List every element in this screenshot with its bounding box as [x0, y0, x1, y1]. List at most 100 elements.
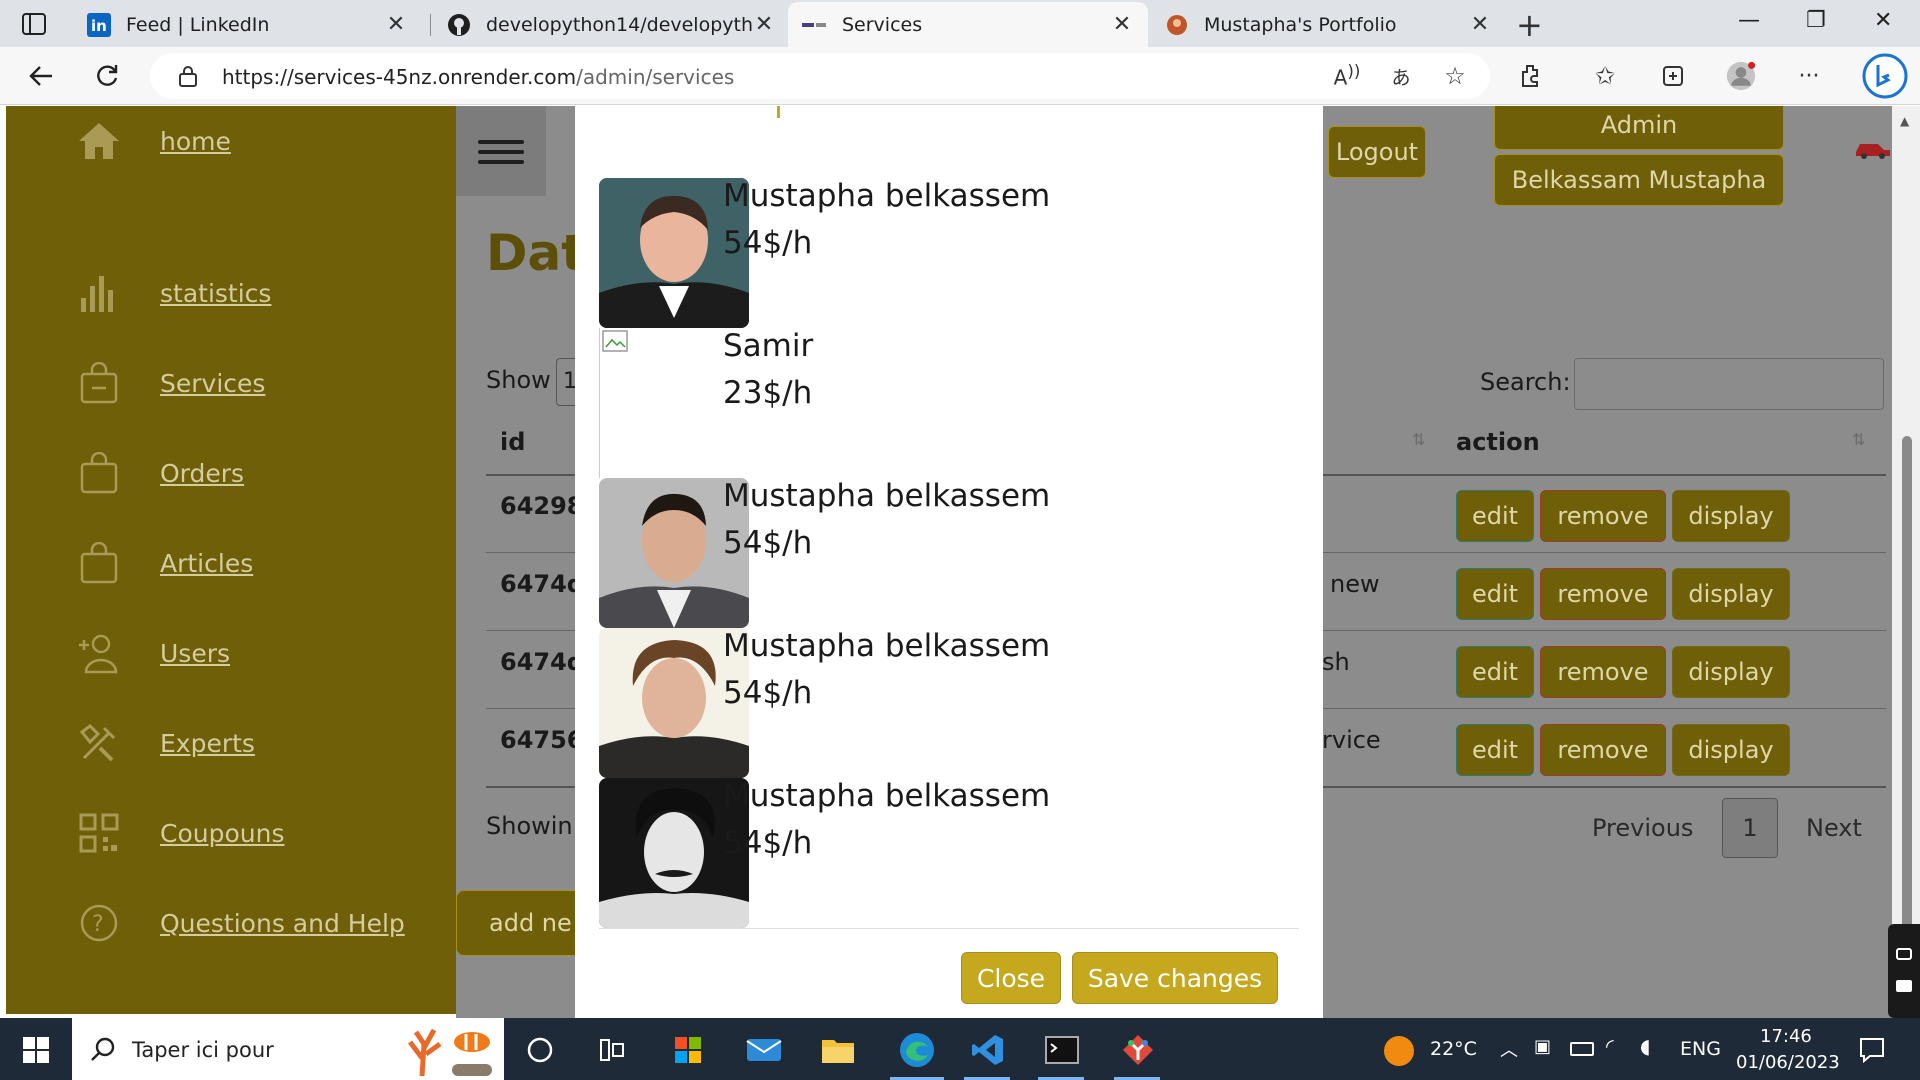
back-icon[interactable]	[26, 61, 56, 91]
clock-date[interactable]: 01/06/2023	[1736, 1052, 1840, 1073]
edit-button[interactable]: edit	[1456, 490, 1534, 542]
sidebar-item-label[interactable]: Orders	[160, 459, 244, 488]
show-hidden-icons-icon[interactable]: ︿	[1500, 1036, 1518, 1062]
extensions-icon[interactable]	[1516, 61, 1546, 91]
tab-github[interactable]: developython14/developython14 ✕	[432, 2, 790, 47]
close-button[interactable]: Close	[961, 952, 1061, 1004]
mail-icon[interactable]	[744, 1030, 784, 1070]
taskbar-search-box[interactable]: Taper ici pour	[72, 1018, 504, 1080]
restore-icon[interactable]: ❐	[1806, 8, 1826, 33]
vscode-icon[interactable]	[968, 1030, 1008, 1070]
translate-icon[interactable]: あ	[1386, 61, 1416, 91]
microsoft-store-icon[interactable]	[668, 1030, 708, 1070]
close-tab-icon[interactable]: ✕	[384, 12, 408, 37]
tab-actions-icon[interactable]	[20, 10, 48, 38]
pagination-previous[interactable]: Previous	[1592, 814, 1693, 842]
language-indicator[interactable]: ENG	[1680, 1038, 1721, 1060]
column-header-id[interactable]: id	[500, 428, 525, 456]
save-changes-button[interactable]: Save changes	[1072, 952, 1278, 1004]
expert-item[interactable]: Mustapha belkassem 54$/h	[599, 478, 1299, 628]
edit-button[interactable]: edit	[1456, 646, 1534, 698]
weather-icon[interactable]	[1384, 1036, 1414, 1066]
display-button[interactable]: display	[1672, 568, 1790, 620]
more-options-icon[interactable]: ···	[1794, 61, 1824, 91]
expert-item[interactable]: Samir 23$/h	[599, 328, 1299, 478]
page-scrollbar[interactable]: ▲	[1892, 106, 1920, 1036]
lock-icon[interactable]	[178, 65, 198, 91]
edge-browser-icon[interactable]	[893, 1030, 941, 1070]
sidebar-item-services[interactable]: Services	[76, 360, 265, 406]
hamburger-menu-icon[interactable]	[456, 106, 546, 196]
remove-button[interactable]: remove	[1540, 490, 1666, 542]
sidebar-item-coupouns[interactable]: Coupouns	[76, 810, 284, 856]
sidebar-item-home[interactable]: home	[76, 118, 231, 164]
screen-capture-toolbar[interactable]	[1888, 924, 1920, 1018]
sidebar-item-label[interactable]: home	[160, 127, 231, 156]
display-button[interactable]: display	[1672, 490, 1790, 542]
pagination-next[interactable]: Next	[1806, 814, 1862, 842]
search-input[interactable]	[1574, 358, 1884, 410]
sidebar-item-experts[interactable]: Experts	[76, 720, 255, 766]
tab-services[interactable]: Services ✕	[788, 2, 1148, 47]
sidebar-item-label[interactable]: Questions and Help	[160, 909, 405, 938]
notification-center-icon[interactable]	[1858, 1036, 1886, 1068]
windows-start-icon[interactable]	[16, 1030, 56, 1070]
edit-button[interactable]: edit	[1456, 724, 1534, 776]
remove-button[interactable]: remove	[1540, 568, 1666, 620]
close-tab-icon[interactable]: ✕	[1468, 12, 1492, 37]
read-aloud-icon[interactable]: A))	[1332, 61, 1362, 91]
remove-button[interactable]: remove	[1540, 724, 1666, 776]
battery-icon[interactable]	[1570, 1042, 1594, 1056]
sidebar-item-help[interactable]: ? Questions and Help	[76, 900, 405, 946]
terminal-icon[interactable]	[1042, 1030, 1082, 1070]
volume-icon[interactable]: ◖	[1640, 1034, 1651, 1058]
expert-item[interactable]: Mustapha belkassem 54$/h	[599, 628, 1299, 778]
new-tab-icon[interactable]: +	[1516, 6, 1543, 44]
close-tab-icon[interactable]: ✕	[752, 12, 776, 37]
display-button[interactable]: display	[1672, 724, 1790, 776]
sidebar-item-label[interactable]: Users	[160, 639, 230, 668]
column-header-action[interactable]: action	[1456, 428, 1540, 456]
sort-arrows-icon[interactable]: ⇅	[1412, 430, 1425, 449]
weather-temperature[interactable]: 22°C	[1430, 1038, 1477, 1060]
expert-item[interactable]: Mustapha belkassem 54$/h	[599, 778, 1299, 928]
logout-button[interactable]: Logout	[1328, 126, 1426, 178]
clock-time[interactable]: 17:46	[1760, 1026, 1812, 1047]
favorites-icon[interactable]: ✩	[1590, 61, 1620, 91]
tab-linkedin[interactable]: in Feed | LinkedIn ✕	[72, 2, 422, 47]
file-explorer-icon[interactable]	[818, 1030, 858, 1070]
meet-now-icon[interactable]: ▣	[1534, 1036, 1551, 1057]
display-button[interactable]: display	[1672, 646, 1790, 698]
sidebar-item-label[interactable]: Articles	[160, 549, 253, 578]
sidebar-item-label[interactable]: Experts	[160, 729, 255, 758]
entries-select[interactable]: 1	[556, 358, 577, 406]
sidebar-item-articles[interactable]: Articles	[76, 540, 253, 586]
remove-button[interactable]: remove	[1540, 646, 1666, 698]
cortana-icon[interactable]	[520, 1030, 560, 1070]
pagination-page[interactable]: 1	[1722, 798, 1778, 858]
expert-item[interactable]: Mustapha belkassem 54$/h	[599, 178, 1299, 328]
video-icon[interactable]	[1896, 980, 1912, 992]
task-view-icon[interactable]	[592, 1030, 632, 1070]
sidebar-item-statistics[interactable]: statistics	[76, 270, 271, 316]
sort-arrows-icon[interactable]: ⇅	[1852, 430, 1865, 449]
git-client-icon[interactable]	[1118, 1030, 1158, 1070]
tab-portfolio[interactable]: Mustapha's Portfolio ✕	[1150, 2, 1506, 47]
scroll-up-icon[interactable]: ▲	[1900, 114, 1909, 128]
wifi-icon[interactable]: ◜	[1606, 1034, 1614, 1058]
camera-icon[interactable]	[1896, 948, 1912, 960]
close-window-icon[interactable]: ✕	[1874, 8, 1892, 33]
collections-icon[interactable]	[1658, 61, 1688, 91]
profile-avatar[interactable]	[1726, 61, 1756, 91]
sidebar-item-orders[interactable]: Orders	[76, 450, 244, 496]
sidebar-item-label[interactable]: statistics	[160, 279, 271, 308]
add-favorite-icon[interactable]: ☆	[1440, 61, 1470, 91]
sidebar-item-users[interactable]: Users	[76, 630, 230, 676]
edit-button[interactable]: edit	[1456, 568, 1534, 620]
minimize-icon[interactable]: —	[1738, 8, 1760, 33]
sidebar-item-label[interactable]: Services	[160, 369, 265, 398]
close-tab-icon[interactable]: ✕	[1110, 12, 1134, 37]
sidebar-item-label[interactable]: Coupouns	[160, 819, 284, 848]
address-bar[interactable]: https://services-45nz.onrender.com/admin…	[150, 53, 1490, 99]
user-name-button[interactable]: Belkassam Mustapha	[1494, 154, 1784, 206]
